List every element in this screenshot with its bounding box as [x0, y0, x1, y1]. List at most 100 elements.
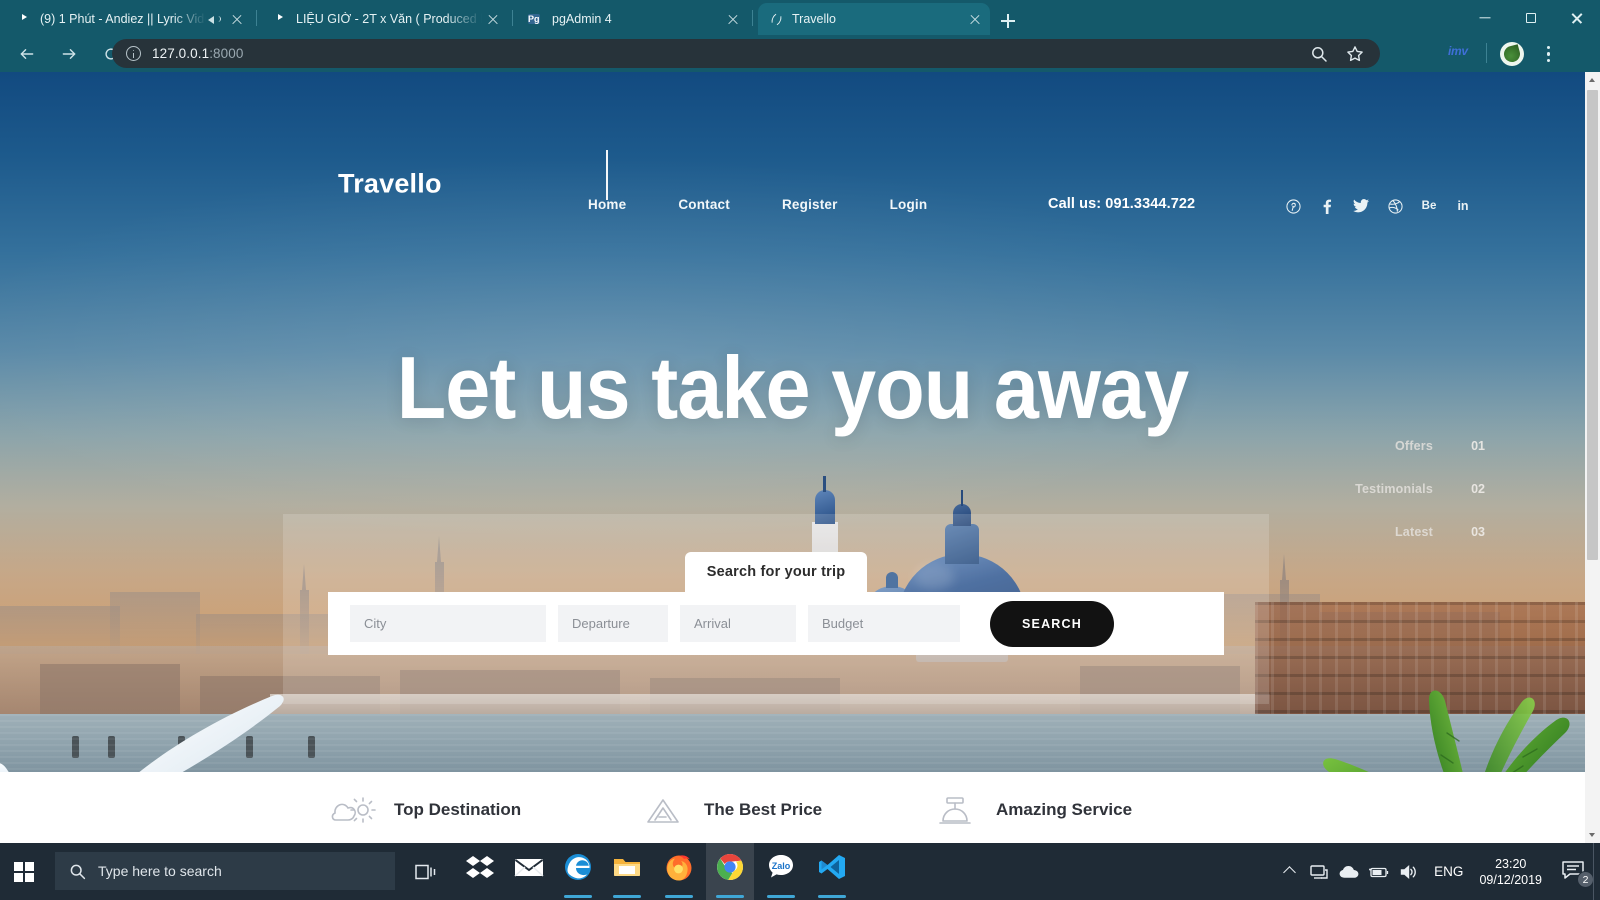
- active-nav-indicator: [606, 150, 608, 200]
- arrival-input[interactable]: [680, 605, 796, 642]
- taskbar-app-mail[interactable]: [505, 843, 553, 900]
- facebook-icon[interactable]: [1310, 196, 1344, 216]
- scroll-down-button[interactable]: [1585, 827, 1600, 843]
- zalo-icon: Zalo: [766, 852, 796, 882]
- browser-tab-3[interactable]: Pg pgAdmin 4: [518, 3, 748, 35]
- linkedin-icon[interactable]: in: [1446, 196, 1480, 216]
- dropbox-icon: [465, 852, 495, 882]
- taskbar-search-box[interactable]: Type here to search: [55, 852, 395, 890]
- back-arrow-icon: [20, 46, 35, 61]
- taskbar-search-placeholder: Type here to search: [98, 863, 222, 879]
- back-button[interactable]: [8, 35, 46, 72]
- kebab-menu-icon[interactable]: [1538, 44, 1558, 64]
- tab-separator: [512, 10, 513, 26]
- site-logo[interactable]: Travello: [338, 169, 442, 200]
- main-navigation: Home Contact Register Login: [588, 196, 953, 214]
- address-bar[interactable]: 127.0.0.1:8000: [112, 39, 1380, 68]
- omnibox-actions: [1310, 39, 1364, 68]
- close-window-button[interactable]: [1554, 0, 1600, 35]
- social-links: Be in: [1276, 196, 1480, 216]
- scroll-up-button[interactable]: [1585, 72, 1600, 88]
- taskbar-app-zalo[interactable]: Zalo: [757, 843, 805, 900]
- taskbar-app-edge[interactable]: [554, 843, 602, 900]
- section-navigation: Offers 01 Testimonials 02 Latest 03: [1355, 424, 1485, 553]
- notification-count-badge: 2: [1577, 871, 1594, 888]
- browser-tab-2[interactable]: LIỆU GIỜ - 2T x Văn ( Produced by DatKaa…: [262, 3, 508, 35]
- search-icon[interactable]: [1310, 45, 1328, 63]
- price-tag-icon: [640, 790, 686, 830]
- task-view-button[interactable]: [406, 843, 446, 900]
- tab-close-icon[interactable]: [482, 8, 504, 30]
- taskbar-app-firefox[interactable]: [655, 843, 703, 900]
- feature-best-price: The Best Price: [640, 790, 822, 830]
- service-bell-icon: [932, 790, 978, 830]
- section-nav-item-testimonials[interactable]: Testimonials 02: [1355, 467, 1485, 510]
- taskbar-app-file-explorer[interactable]: [603, 843, 651, 900]
- taskbar-app-vscode[interactable]: [808, 843, 856, 900]
- airplane-image: BOEING: [0, 682, 360, 772]
- nav-item-register[interactable]: Register: [756, 196, 864, 214]
- nav-item-contact[interactable]: Contact: [652, 196, 756, 214]
- app-running-indicator: [767, 895, 795, 898]
- scrollbar-thumb[interactable]: [1587, 90, 1598, 560]
- departure-input[interactable]: [558, 605, 668, 642]
- tab-title: pgAdmin 4: [552, 12, 612, 26]
- dribbble-icon[interactable]: [1378, 196, 1412, 216]
- browser-tab-4-active[interactable]: Travello: [758, 3, 990, 35]
- tab-strip: (9) 1 Phút - Andiez || Lyric Video LIỆU …: [0, 0, 1600, 35]
- taskbar-app-dropbox[interactable]: [456, 843, 504, 900]
- section-nav-label: Testimonials: [1355, 481, 1433, 496]
- behance-icon[interactable]: Be: [1412, 196, 1446, 216]
- minimize-button[interactable]: [1462, 0, 1508, 35]
- tab-title: LIỆU GIỜ - 2T x Văn ( Produced by DatKaa…: [296, 12, 482, 26]
- section-nav-label: Latest: [1394, 524, 1433, 539]
- section-nav-item-latest[interactable]: Latest 03: [1355, 510, 1485, 553]
- tab-separator: [256, 10, 257, 26]
- clock-time: 23:20: [1495, 856, 1527, 871]
- tab-mute-icon[interactable]: [206, 11, 222, 27]
- tab-separator: [752, 10, 753, 26]
- app-running-indicator: [665, 895, 693, 898]
- pinterest-icon[interactable]: [1276, 196, 1310, 216]
- star-icon[interactable]: [1346, 45, 1364, 63]
- browser-tab-1[interactable]: (9) 1 Phút - Andiez || Lyric Video: [6, 3, 252, 35]
- show-desktop-button[interactable]: [1593, 843, 1600, 900]
- mail-icon: [514, 852, 544, 882]
- search-button[interactable]: SEARCH: [990, 600, 1114, 647]
- nav-item-login[interactable]: Login: [864, 196, 954, 214]
- city-input[interactable]: [350, 605, 546, 642]
- taskbar-app-chrome[interactable]: [706, 843, 754, 900]
- profile-avatar[interactable]: [1500, 42, 1524, 66]
- clock[interactable]: 23:20 09/12/2019: [1473, 856, 1554, 888]
- tab-title: Travello: [792, 12, 836, 26]
- twitter-icon[interactable]: [1344, 196, 1378, 216]
- forward-button[interactable]: [50, 35, 88, 72]
- feature-amazing-service: Amazing Service: [932, 790, 1132, 830]
- tab-close-icon[interactable]: [722, 8, 744, 30]
- battery-icon[interactable]: [1364, 843, 1394, 900]
- search-widget-tab: Search for your trip: [685, 552, 867, 592]
- search-widget-title: Search for your trip: [706, 564, 846, 580]
- desktop-screen: (9) 1 Phút - Andiez || Lyric Video LIỆU …: [0, 0, 1600, 900]
- tab-close-icon[interactable]: [226, 8, 248, 30]
- language-indicator[interactable]: ENG: [1424, 864, 1473, 879]
- app-running-indicator: [564, 895, 592, 898]
- page-scrollbar[interactable]: [1585, 72, 1600, 843]
- start-button[interactable]: [0, 843, 48, 900]
- new-tab-button[interactable]: [996, 9, 1020, 33]
- tab-close-icon[interactable]: [964, 8, 986, 30]
- budget-input[interactable]: [808, 605, 960, 642]
- site-info-icon[interactable]: [126, 46, 141, 61]
- onedrive-icon[interactable]: [1334, 843, 1364, 900]
- trip-search-widget: Search for your trip SEARCH: [328, 552, 1224, 655]
- network-icon[interactable]: [1304, 843, 1334, 900]
- forward-arrow-icon: [62, 46, 77, 61]
- extension-imv-icon[interactable]: imv: [1448, 44, 1468, 58]
- nav-item-home[interactable]: Home: [588, 196, 652, 214]
- volume-icon[interactable]: [1394, 843, 1424, 900]
- section-nav-item-offers[interactable]: Offers 01: [1355, 424, 1485, 467]
- tab-title: (9) 1 Phút - Andiez || Lyric Video: [40, 12, 206, 26]
- vscode-icon: [817, 852, 847, 882]
- show-hidden-icons-button[interactable]: [1276, 843, 1304, 900]
- maximize-button[interactable]: [1508, 0, 1554, 35]
